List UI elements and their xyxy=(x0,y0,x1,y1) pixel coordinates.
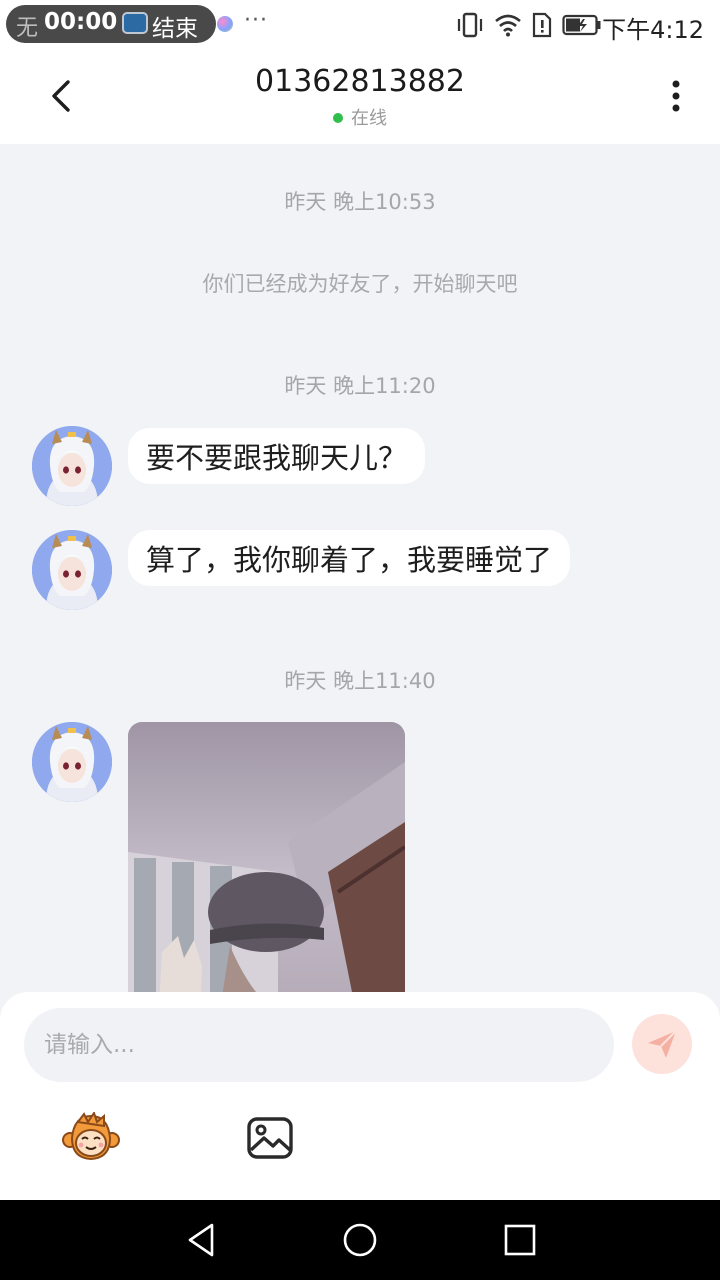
send-plane-icon xyxy=(648,1030,677,1058)
wifi-icon xyxy=(495,14,521,37)
online-dot-icon xyxy=(333,113,343,123)
recorder-end-button[interactable]: 结束 xyxy=(152,9,198,43)
nav-recent-icon[interactable] xyxy=(500,1220,540,1260)
anime-avatar-icon xyxy=(32,530,112,610)
status-clock: 下午4:12 xyxy=(602,16,704,44)
message-timestamp: 昨天 晚上10:53 xyxy=(284,190,436,214)
chat-header: 01362813882 在线 xyxy=(0,48,720,144)
selfie-photo xyxy=(128,722,405,992)
incoming-message-bubble[interactable]: 要不要跟我聊天儿？ xyxy=(128,428,426,484)
system-navigation-bar xyxy=(0,1200,720,1280)
chat-message-list[interactable]: 昨天 晚上10:53 你们已经成为好友了，开始聊天吧 昨天 晚上11:20 要不… xyxy=(0,144,720,992)
contact-name: 01362813882 xyxy=(255,64,465,99)
battery-charging-icon xyxy=(562,14,601,36)
message-timestamp: 昨天 晚上11:20 xyxy=(284,374,436,398)
message-text: 要不要跟我聊天儿？ xyxy=(146,441,408,475)
nav-home-icon[interactable] xyxy=(340,1220,380,1260)
message-input[interactable] xyxy=(24,1008,614,1082)
contact-avatar[interactable] xyxy=(32,426,112,506)
status-bar: 无 00:00 结束 ··· 下午4:12 xyxy=(0,0,720,48)
incoming-message-bubble[interactable]: 算了，我你聊着了，我要睡觉了 xyxy=(128,530,571,586)
anime-avatar-icon xyxy=(32,722,112,802)
send-button[interactable] xyxy=(632,1014,692,1074)
recorder-background-text: 无 xyxy=(16,16,39,41)
sim-alert-icon xyxy=(532,12,552,38)
more-notifications-indicator: ··· xyxy=(244,8,268,33)
picture-icon[interactable] xyxy=(246,1116,294,1160)
vibrate-icon xyxy=(457,12,483,38)
anime-avatar-icon xyxy=(32,426,112,506)
message-timestamp: 昨天 晚上11:40 xyxy=(284,669,436,693)
more-options-icon[interactable] xyxy=(662,76,690,116)
online-status: 在线 xyxy=(0,104,720,130)
message-composer xyxy=(0,992,720,1200)
online-status-label: 在线 xyxy=(351,108,387,129)
message-text: 算了，我你聊着了，我要睡觉了 xyxy=(146,543,553,577)
monkey-emoji-icon[interactable] xyxy=(62,1112,120,1162)
system-message: 你们已经成为好友了，开始聊天吧 xyxy=(202,272,518,296)
app-notification-icon xyxy=(217,16,233,32)
recorder-timer: 00:00 xyxy=(44,9,118,35)
recorder-stop-icon[interactable] xyxy=(122,12,148,34)
nav-back-icon[interactable] xyxy=(182,1220,222,1260)
image-message[interactable] xyxy=(128,722,405,992)
contact-avatar[interactable] xyxy=(32,722,112,802)
contact-avatar[interactable] xyxy=(32,530,112,610)
